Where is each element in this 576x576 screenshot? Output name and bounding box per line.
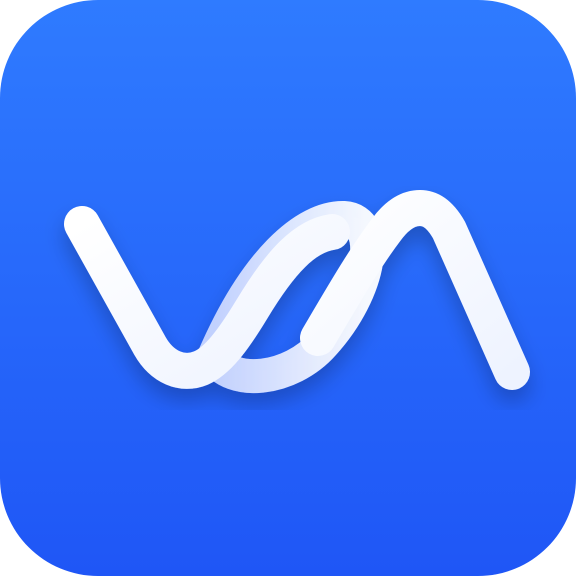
app-icon-canvas bbox=[0, 0, 576, 576]
app-icon bbox=[0, 0, 576, 576]
